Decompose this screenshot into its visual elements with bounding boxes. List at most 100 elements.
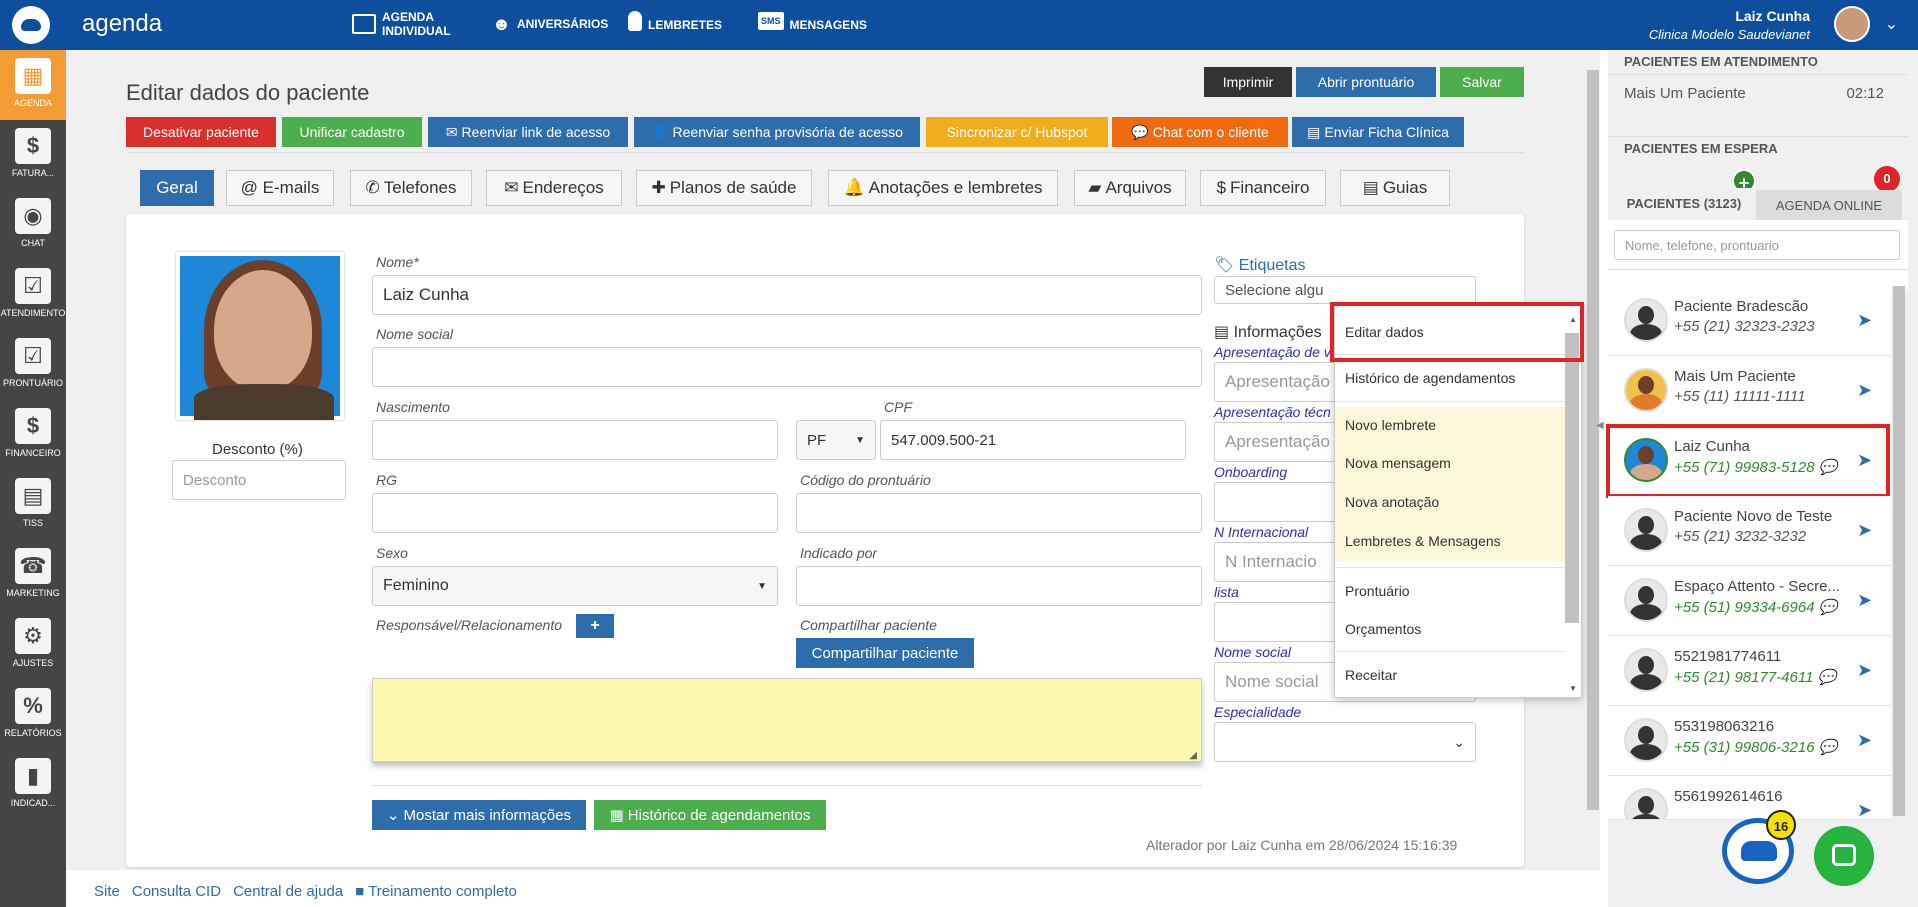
tab-geral[interactable]: Geral [140,170,214,206]
sidebar-item-atendimento[interactable]: ☑ ATENDIMENTO [0,260,66,330]
cloud-logo-icon[interactable] [12,6,50,44]
send-icon[interactable]: ➤ [1857,310,1877,330]
menu-item-receitar[interactable]: Receitar [1335,657,1565,693]
list-item[interactable]: Mais Um Paciente +55 (11) 11111-1111 ➤ [1608,356,1891,426]
tab-telefones[interactable]: ✆ Telefones [350,170,472,206]
share-patient-button[interactable]: Compartilhar paciente [796,638,974,668]
print-button[interactable]: Imprimir [1204,67,1292,97]
photo-shirt [194,384,334,420]
send-icon[interactable]: ➤ [1857,380,1877,400]
main-scrollbar-thumb[interactable] [1587,70,1599,810]
social-name-input[interactable] [372,347,1202,387]
tab-financeiro[interactable]: $ Financeiro [1200,170,1326,206]
sidebar-item-ajustes[interactable]: ⚙ AJUSTES [0,610,66,680]
footer-link-cid[interactable]: Consulta CID [132,883,221,900]
chevron-down-icon[interactable]: ⌄ [1885,14,1898,34]
user-clinic[interactable]: Clinica Modelo Saudevianet [1649,27,1810,42]
menu-item-orcamentos[interactable]: Orçamentos [1335,611,1565,647]
sync-hubspot-button[interactable]: Sincronizar c/ Hubspot [926,117,1108,147]
nav-lembretes[interactable]: LEMBRETES [628,10,722,32]
open-record-button[interactable]: Abrir prontuário [1296,67,1436,97]
sidebar-item-financeiro[interactable]: $ FINANCEIRO [0,400,66,470]
phone-icon: ☎ [15,548,51,584]
nav-mensagens[interactable]: SMS MENSAGENS [758,10,867,32]
folder-check-icon: ☑ [15,338,51,374]
tab-patients[interactable]: PACIENTES (3123) [1614,188,1754,218]
list-item[interactable]: 5521981774611 +55 (21) 98177-4611 💬 ➤ [1608,636,1891,706]
sidebar-item-faturamento[interactable]: $ FATURA... [0,120,66,190]
user-avatar[interactable] [1834,6,1870,42]
list-item[interactable]: Espaço Attento - Secre... +55 (51) 99334… [1608,566,1891,636]
tab-arquivos[interactable]: ▰ Arquivos [1074,170,1186,206]
name-input[interactable]: Laiz Cunha [372,275,1202,315]
list-item[interactable]: Paciente Bradescão +55 (21) 32323-2323 ➤ [1608,286,1891,356]
resend-link-button[interactable]: ✉ Reenviar link de acesso [428,117,628,147]
support-chat-button[interactable] [1814,826,1874,886]
collapse-arrow-icon[interactable]: ◀ [1596,420,1606,440]
tab-anotacoes[interactable]: 🔔 Anotações e lembretes [828,170,1058,206]
birth-input[interactable] [372,420,778,460]
menu-item-lembretes-mensagens[interactable]: Lembretes & Mensagens [1335,521,1565,561]
save-button[interactable]: Salvar [1440,67,1524,97]
tab-agenda-online[interactable]: AGENDA ONLINE [1756,190,1902,220]
specialty-select[interactable]: ⌄ [1214,722,1476,762]
nav-aniversarios[interactable]: ☻ ANIVERSÁRIOS [492,15,608,33]
cpf-type-select[interactable]: PF ▼ [796,420,876,460]
menu-item-nova-anotacao[interactable]: Nova anotação [1335,483,1565,521]
app-brand[interactable]: agenda [82,10,162,38]
user-name[interactable]: Laiz Cunha [1735,8,1810,24]
medkit-icon: ✚ [651,178,666,197]
tab-planos-saude[interactable]: ✚ Planos de saúde [636,170,812,206]
sidebar-item-prontuario[interactable]: ☑ PRONTUÁRIO [0,330,66,400]
referred-input[interactable] [796,566,1202,606]
send-icon[interactable]: ➤ [1857,520,1877,540]
menu-item-prontuario[interactable]: Prontuário [1335,573,1565,609]
more-info-button[interactable]: ⌄ Mostar mais informações [372,800,586,830]
record-code-input[interactable] [796,493,1202,533]
menu-item-historico[interactable]: Histórico de agendamentos [1335,360,1565,396]
send-clinical-form-button[interactable]: ▤ Enviar Ficha Clínica [1292,117,1464,147]
sidebar-item-relatorios[interactable]: % RELATÓRIOS [0,680,66,750]
arrow-down-icon[interactable]: ▼ [1569,684,1577,693]
merge-record-button[interactable]: Unificar cadastro [282,117,422,147]
nav-agenda-individual[interactable]: AGENDA INDIVIDUAL [352,10,462,38]
sidebar-item-tiss[interactable]: ▤ TISS [0,470,66,540]
menu-item-nova-mensagem[interactable]: Nova mensagem [1335,443,1565,483]
sidebar-item-chat[interactable]: ◉ CHAT [0,190,66,260]
resend-password-button[interactable]: 👤 Reenviar senha provisória de acesso [634,117,920,147]
deactivate-patient-button[interactable]: Desativar paciente [126,117,276,147]
list-item[interactable]: 553198063216 +55 (31) 99806-3216 💬 ➤ [1608,706,1891,776]
tab-guias[interactable]: ▤ Guias [1340,170,1450,206]
tab-enderecos[interactable]: ✉ Endereços [486,170,622,206]
send-icon[interactable]: ➤ [1857,730,1877,750]
tab-emails[interactable]: @ E-mails [226,170,334,206]
cpf-input[interactable]: 547.009.500-21 [880,420,1186,460]
list-scrollbar-thumb[interactable] [1893,286,1905,816]
notes-textarea[interactable]: ◢ [372,678,1202,762]
footer-link-training[interactable]: Treinamento completo [368,883,517,900]
discount-input[interactable]: Desconto [172,460,346,500]
list-item[interactable]: 5561992614616 ➤ [1608,776,1891,820]
patient-photo[interactable] [176,252,344,420]
menu-scrollbar[interactable] [1565,333,1579,623]
sex-select[interactable]: Feminino ▼ [372,566,778,606]
sidebar-item-indicadores[interactable]: ▮ INDICAD... [0,750,66,820]
list-scrollbar[interactable] [1892,286,1906,820]
patient-search-input[interactable]: Nome, telefone, prontuario [1614,230,1900,260]
chat-client-button[interactable]: 💬 Chat com o cliente [1112,117,1288,147]
send-icon[interactable]: ➤ [1857,590,1877,610]
history-button[interactable]: ▦ Histórico de agendamentos [594,800,826,830]
rg-input[interactable] [372,493,778,533]
in-service-row[interactable]: Mais Um Paciente 02:12 [1608,74,1908,110]
footer-link-site[interactable]: Site [94,883,120,900]
send-icon[interactable]: ➤ [1857,800,1877,819]
main-scrollbar[interactable] [1586,50,1600,870]
sidebar-item-agenda[interactable]: ▦ AGENDA [0,50,66,120]
add-responsible-button[interactable]: + [576,614,614,638]
tags-select[interactable]: Selecione algu [1214,276,1476,304]
menu-item-novo-lembrete[interactable]: Novo lembrete [1335,407,1565,443]
footer-link-help[interactable]: Central de ajuda [233,883,343,900]
send-icon[interactable]: ➤ [1857,660,1877,680]
sidebar-item-marketing[interactable]: ☎ MARKETING [0,540,66,610]
list-item[interactable]: Paciente Novo de Teste +55 (21) 3232-323… [1608,496,1891,566]
